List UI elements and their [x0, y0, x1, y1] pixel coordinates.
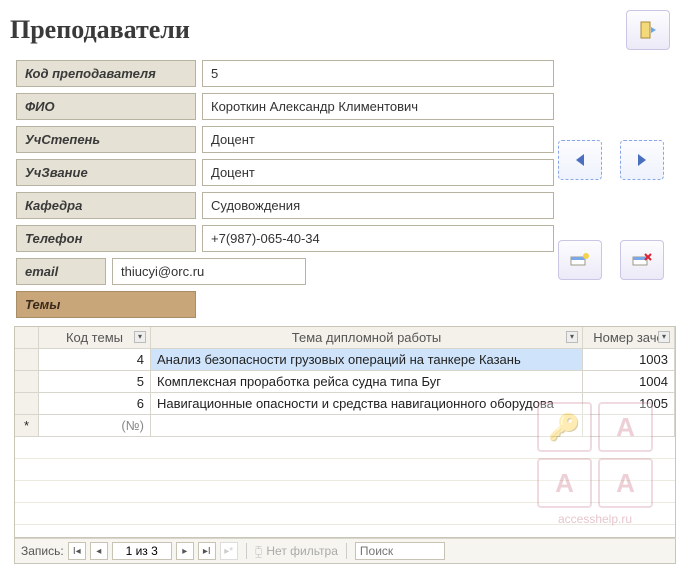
- prev-record-button-nav[interactable]: ◂: [90, 542, 108, 560]
- row-selector[interactable]: [15, 393, 39, 415]
- close-form-button[interactable]: [626, 10, 670, 50]
- new-row-icon: [570, 252, 590, 268]
- col-header-topic[interactable]: Тема дипломной работы▾: [151, 327, 583, 349]
- phone-field[interactable]: [202, 225, 554, 252]
- door-exit-icon: [638, 20, 658, 40]
- triangle-right-icon: [636, 153, 648, 167]
- label-rank: УчЗвание: [16, 159, 196, 186]
- cell-id[interactable]: 5: [39, 371, 151, 393]
- page-title: Преподаватели: [10, 15, 190, 45]
- filter-off-icon: ⧮: [255, 544, 263, 559]
- grid-empty-area: [15, 437, 675, 537]
- no-filter-label: Нет фильтра: [266, 544, 338, 558]
- label-teacher-id: Код преподавателя: [16, 60, 196, 87]
- table-row[interactable]: 4 Анализ безопасности грузовых операций …: [15, 349, 675, 371]
- teacher-id-field[interactable]: [202, 60, 554, 87]
- label-phone: Телефон: [16, 225, 196, 252]
- row-selector[interactable]: [15, 349, 39, 371]
- record-navigator: Запись: I◂ ◂ ▸ ▸I ▸* ⧮ Нет фильтра: [14, 538, 676, 564]
- table-row[interactable]: 5 Комплексная проработка рейса судна тип…: [15, 371, 675, 393]
- label-dept: Кафедра: [16, 192, 196, 219]
- col-header-num[interactable]: Номер заче▾: [583, 327, 675, 349]
- grid-header: Код темы▾ Тема дипломной работы▾ Номер з…: [15, 327, 675, 349]
- new-row-placeholder[interactable]: (№): [39, 415, 151, 437]
- first-record-button[interactable]: I◂: [68, 542, 86, 560]
- last-record-button[interactable]: ▸I: [198, 542, 216, 560]
- recnav-label: Запись:: [21, 544, 64, 558]
- search-input[interactable]: [355, 542, 445, 560]
- delete-row-icon: [632, 252, 652, 268]
- rank-field[interactable]: [202, 159, 554, 186]
- cell-num[interactable]: [583, 415, 675, 437]
- cell-topic[interactable]: Анализ безопасности грузовых операций на…: [151, 349, 583, 371]
- new-record-button[interactable]: [558, 240, 602, 280]
- topics-section-label: Темы: [16, 291, 196, 318]
- cell-topic[interactable]: Комплексная проработка рейса судна типа …: [151, 371, 583, 393]
- cell-num[interactable]: 1004: [583, 371, 675, 393]
- cell-id[interactable]: 4: [39, 349, 151, 371]
- delete-record-button[interactable]: [620, 240, 664, 280]
- label-fio: ФИО: [16, 93, 196, 120]
- topics-subform: Код темы▾ Тема дипломной работы▾ Номер з…: [14, 326, 676, 538]
- new-row-marker: *: [15, 415, 39, 437]
- row-selector-header[interactable]: [15, 327, 39, 349]
- next-record-button-nav[interactable]: ▸: [176, 542, 194, 560]
- degree-field[interactable]: [202, 126, 554, 153]
- chevron-down-icon[interactable]: ▾: [134, 331, 146, 343]
- prev-record-button[interactable]: [558, 140, 602, 180]
- cell-num[interactable]: 1005: [583, 393, 675, 415]
- fio-field[interactable]: [202, 93, 554, 120]
- new-record-nav-button[interactable]: ▸*: [220, 542, 238, 560]
- dept-field[interactable]: [202, 192, 554, 219]
- cell-topic[interactable]: Навигационные опасности и средства навиг…: [151, 393, 583, 415]
- cell-id[interactable]: 6: [39, 393, 151, 415]
- triangle-left-icon: [574, 153, 586, 167]
- table-new-row[interactable]: * (№): [15, 415, 675, 437]
- col-header-id[interactable]: Код темы▾: [39, 327, 151, 349]
- cell-num[interactable]: 1003: [583, 349, 675, 371]
- chevron-down-icon[interactable]: ▾: [566, 331, 578, 343]
- record-position-field[interactable]: [112, 542, 172, 560]
- label-degree: УчСтепень: [16, 126, 196, 153]
- next-record-button[interactable]: [620, 140, 664, 180]
- table-row[interactable]: 6 Навигационные опасности и средства нав…: [15, 393, 675, 415]
- label-email: email: [16, 258, 106, 285]
- cell-topic[interactable]: [151, 415, 583, 437]
- row-selector[interactable]: [15, 371, 39, 393]
- email-field[interactable]: [112, 258, 306, 285]
- chevron-down-icon[interactable]: ▾: [658, 331, 670, 343]
